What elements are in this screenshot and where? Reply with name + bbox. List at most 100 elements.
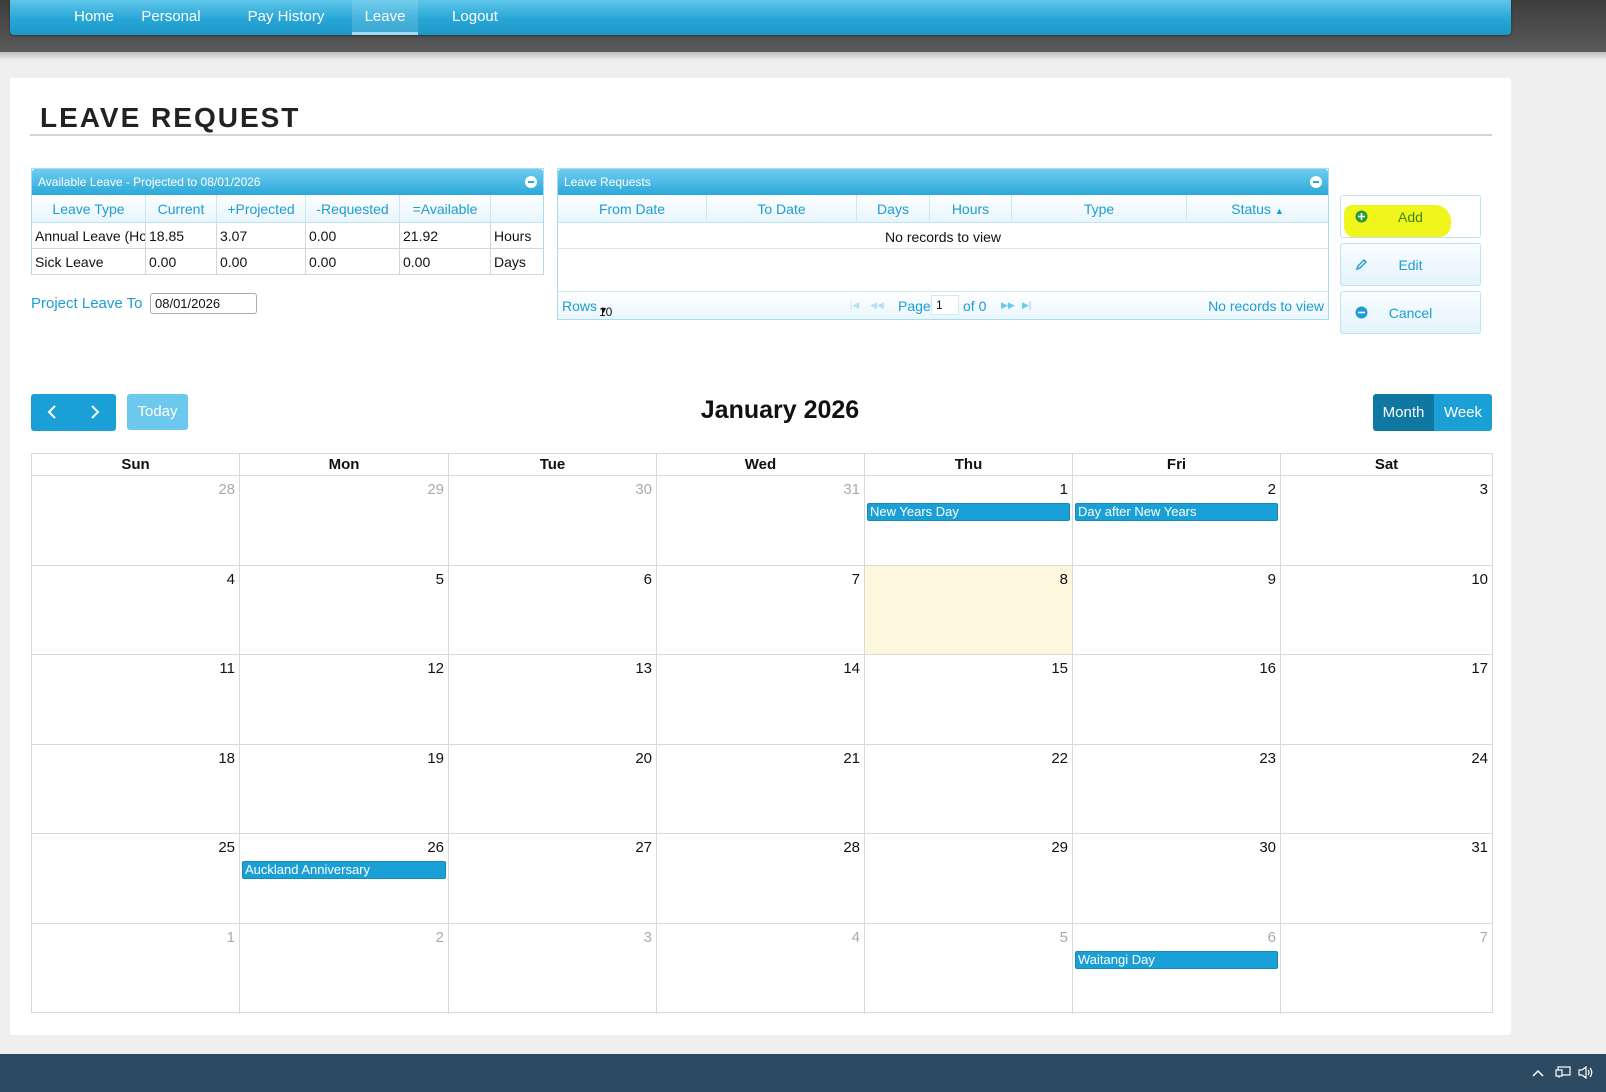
calendar-title: January 2026 xyxy=(700,396,860,424)
column-header-available[interactable]: =Available xyxy=(400,195,491,223)
calendar-event[interactable]: Waitangi Day xyxy=(1075,951,1278,969)
next-month-button[interactable] xyxy=(74,394,116,431)
column-header-hours[interactable]: Hours xyxy=(930,195,1012,223)
calendar-day-cell[interactable]: 11 xyxy=(32,655,240,745)
calendar-day-cell[interactable]: 29 xyxy=(865,834,1073,924)
column-header-projected[interactable]: +Projected xyxy=(217,195,306,223)
edit-label: Edit xyxy=(1398,257,1423,273)
calendar-day-cell[interactable]: 17 xyxy=(1281,655,1492,745)
day-number: 2 xyxy=(435,929,444,946)
calendar-day-cell[interactable]: 31 xyxy=(1281,834,1492,924)
day-number: 22 xyxy=(1051,749,1068,767)
calendar-day-cell[interactable]: 25 xyxy=(32,834,240,924)
chevron-up-icon[interactable] xyxy=(1532,1066,1544,1081)
cancel-button[interactable]: Cancel xyxy=(1340,291,1481,334)
calendar-day-cell[interactable]: 3 xyxy=(449,924,657,1014)
calendar-day-cell[interactable]: 19 xyxy=(240,744,449,835)
calendar-day-cell[interactable]: 2 Day after New Years xyxy=(1073,476,1281,566)
last-page-icon[interactable]: ▶|︎ xyxy=(1022,300,1031,311)
nav-logout[interactable]: Logout xyxy=(444,0,506,35)
day-number: 1 xyxy=(1059,481,1068,498)
page-input[interactable]: 1 xyxy=(931,295,959,315)
week-view-button[interactable]: Week xyxy=(1434,394,1492,431)
nav-pay-history[interactable]: Pay History xyxy=(236,0,336,35)
calendar-day-cell[interactable]: 7 xyxy=(1281,924,1492,1014)
calendar-day-cell[interactable]: 4 xyxy=(657,924,865,1014)
collapse-icon[interactable] xyxy=(525,176,537,188)
calendar-day-cell[interactable]: 6 xyxy=(449,565,657,656)
next-page-icon[interactable]: ▶▶︎ xyxy=(1001,300,1015,311)
calendar-day-cell[interactable]: 10 xyxy=(1281,566,1492,656)
day-number: 8 xyxy=(1059,570,1068,588)
column-header-leave-type[interactable]: Leave Type xyxy=(32,195,146,223)
today-button[interactable]: Today xyxy=(127,394,188,430)
calendar-event[interactable]: Auckland Anniversary xyxy=(242,861,446,880)
calendar-day-cell[interactable]: 1 New Years Day xyxy=(865,476,1073,566)
column-header-requested[interactable]: -Requested xyxy=(306,195,400,223)
nav-personal[interactable]: Personal xyxy=(134,0,208,35)
chevron-left-icon xyxy=(47,405,56,419)
prev-page-icon[interactable]: ◀◀︎ xyxy=(870,300,884,311)
calendar-day-cell[interactable]: 30 xyxy=(449,476,657,566)
table-row[interactable]: Sick Leave 0.00 0.00 0.00 0.00 Days xyxy=(32,249,543,275)
column-header-days[interactable]: Days xyxy=(857,195,930,223)
calendar-event[interactable]: Day after New Years xyxy=(1075,503,1278,521)
calendar-day-cell[interactable]: 22 xyxy=(865,744,1073,835)
calendar-day-cell[interactable]: 13 xyxy=(449,655,657,745)
calendar-day-cell[interactable]: 16 xyxy=(1073,655,1281,745)
calendar-day-cell[interactable]: 4 xyxy=(32,565,240,656)
column-header-to-date[interactable]: To Date xyxy=(707,195,857,223)
nav-leave[interactable]: Leave xyxy=(352,0,418,35)
calendar-day-cell[interactable]: 6 Waitangi Day xyxy=(1073,924,1281,1014)
calendar-day-cell[interactable]: 30 xyxy=(1073,834,1281,924)
calendar-day-cell[interactable]: 23 xyxy=(1073,744,1281,835)
calendar-day-cell[interactable]: 29 xyxy=(240,476,449,566)
month-view-button[interactable]: Month xyxy=(1373,394,1434,431)
calendar-day-cell[interactable]: 14 xyxy=(657,655,865,745)
calendar-event[interactable]: New Years Day xyxy=(867,503,1070,521)
calendar-day-cell[interactable]: 18 xyxy=(32,744,240,835)
title-divider xyxy=(30,134,1492,136)
volume-icon[interactable] xyxy=(1578,1065,1594,1082)
day-number: 5 xyxy=(1059,929,1068,946)
calendar-day-cell[interactable]: 28 xyxy=(657,834,865,924)
column-header-from-date[interactable]: From Date xyxy=(558,195,707,223)
calendar-day-cell[interactable]: 5 xyxy=(865,924,1073,1014)
day-number: 29 xyxy=(427,481,444,498)
calendar-day-cell[interactable]: 12 xyxy=(240,655,449,745)
column-header-status[interactable]: Status ▲︎ xyxy=(1187,195,1328,223)
calendar-day-cell[interactable]: 20 xyxy=(449,744,657,835)
column-header-type[interactable]: Type xyxy=(1012,195,1187,223)
calendar-day-cell[interactable]: 24 xyxy=(1281,745,1492,835)
first-page-icon[interactable]: |◀︎ xyxy=(850,300,859,311)
chevron-down-icon: ▼︎ xyxy=(599,305,608,315)
calendar-day-cell[interactable]: 28 xyxy=(32,476,240,566)
day-number: 12 xyxy=(427,660,444,678)
network-icon[interactable] xyxy=(1555,1066,1571,1082)
day-number: 13 xyxy=(635,660,652,678)
calendar-day-cell[interactable]: 3 xyxy=(1281,476,1492,566)
prev-month-button[interactable] xyxy=(31,394,73,431)
column-header-current[interactable]: Current xyxy=(146,195,217,223)
day-number: 28 xyxy=(218,481,235,498)
table-row[interactable]: Annual Leave (Ho 18.85 3.07 0.00 21.92 H… xyxy=(32,223,543,249)
calendar-day-cell[interactable]: 27 xyxy=(449,834,657,924)
calendar-day-cell[interactable]: 1 xyxy=(32,924,240,1014)
day-number: 1 xyxy=(226,929,235,946)
collapse-icon[interactable] xyxy=(1310,176,1322,188)
calendar-day-cell[interactable]: 26 Auckland Anniversary xyxy=(240,834,449,924)
calendar-day-cell[interactable]: 21 xyxy=(657,744,865,835)
day-header-thu: Thu xyxy=(865,454,1073,476)
add-button[interactable]: Add xyxy=(1340,195,1481,238)
nav-home[interactable]: Home xyxy=(66,0,122,35)
available-leave-caption: Available Leave - Projected to 08/01/202… xyxy=(32,169,543,195)
edit-button[interactable]: Edit xyxy=(1340,243,1481,286)
calendar-day-cell[interactable]: 5 xyxy=(240,565,449,656)
calendar-day-cell[interactable]: 7 xyxy=(657,565,865,656)
calendar-day-cell[interactable]: 15 xyxy=(865,655,1073,745)
calendar-day-cell[interactable]: 8 xyxy=(865,565,1073,656)
project-leave-date-input[interactable]: 08/01/2026 xyxy=(150,293,257,314)
calendar-day-cell[interactable]: 2 xyxy=(240,924,449,1014)
calendar-day-cell[interactable]: 31 xyxy=(657,476,865,566)
calendar-day-cell[interactable]: 9 xyxy=(1073,565,1281,656)
